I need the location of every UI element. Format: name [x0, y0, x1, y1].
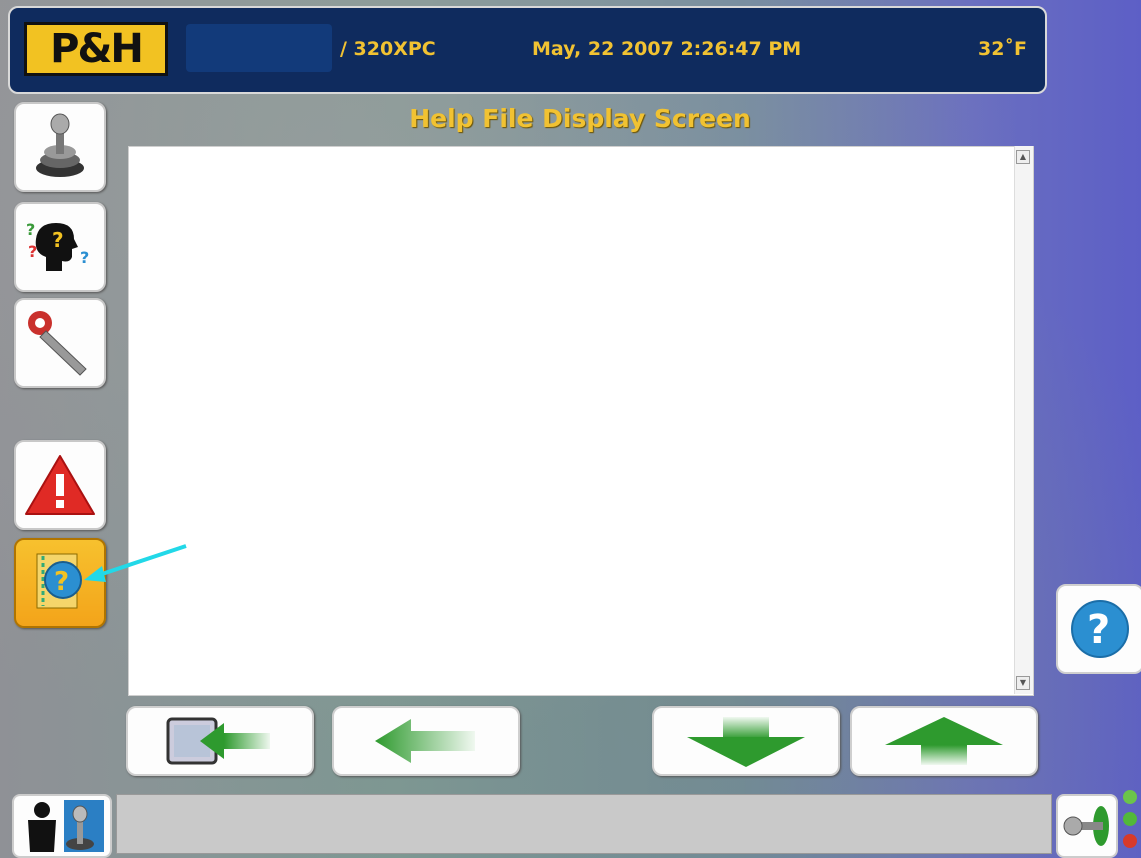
- wrench-icon: [28, 311, 87, 376]
- led-green-bottom: [1123, 812, 1137, 826]
- ph-logo: P&H: [24, 22, 168, 76]
- up-arrow-icon: [885, 717, 1003, 765]
- operator-mode-button[interactable]: [12, 794, 112, 858]
- help-content-area[interactable]: [128, 146, 1034, 696]
- sidebar-item-maintenance[interactable]: [14, 298, 106, 388]
- page-title: Help File Display Screen: [409, 104, 751, 133]
- sidebar-item-alarms[interactable]: [14, 440, 106, 530]
- led-green-top: [1123, 790, 1137, 804]
- content-scrollbar[interactable]: [1014, 146, 1033, 694]
- svg-text:?: ?: [80, 248, 89, 267]
- down-arrow-icon: [687, 717, 805, 767]
- datetime-label: May, 22 2007 2:26:47 PM: [532, 38, 802, 60]
- lever-button[interactable]: [1056, 794, 1118, 858]
- logo-text: P&H: [50, 26, 144, 72]
- help-glyph: ?: [1087, 607, 1110, 653]
- status-bar: [116, 794, 1052, 854]
- joystick-icon: [36, 113, 84, 177]
- header-blank-slot: [186, 24, 332, 72]
- led-red: [1123, 834, 1137, 848]
- sidebar-item-joystick[interactable]: [14, 102, 106, 192]
- help-button[interactable]: ?: [1056, 584, 1141, 674]
- annotation-arrow: [84, 544, 187, 582]
- sidebar-item-help-questions[interactable]: ? ? ? ?: [14, 202, 106, 292]
- back-button[interactable]: [332, 706, 520, 776]
- scroll-down-button[interactable]: [652, 706, 840, 776]
- scroll-up-arrow[interactable]: ▲: [1016, 150, 1030, 164]
- left-arrow-icon: [375, 719, 475, 763]
- svg-text:?: ?: [52, 228, 64, 252]
- operator-joystick-icon: [28, 800, 104, 852]
- scroll-up-button[interactable]: [850, 706, 1038, 776]
- svg-text:?: ?: [26, 220, 35, 239]
- help-icon: ?: [1071, 600, 1129, 658]
- temperature-label: 32˚F: [978, 38, 1027, 60]
- exit-help-button[interactable]: [126, 706, 314, 776]
- warning-triangle-icon: [25, 455, 95, 515]
- thinking-head-icon: ? ? ? ?: [26, 220, 89, 271]
- scroll-down-arrow[interactable]: ▼: [1016, 676, 1030, 690]
- lever-icon: [1063, 806, 1109, 846]
- model-label: / 320XPC: [340, 38, 436, 60]
- svg-text:?: ?: [54, 567, 69, 597]
- svg-text:?: ?: [28, 242, 37, 261]
- exit-arrow-icon: [166, 717, 270, 765]
